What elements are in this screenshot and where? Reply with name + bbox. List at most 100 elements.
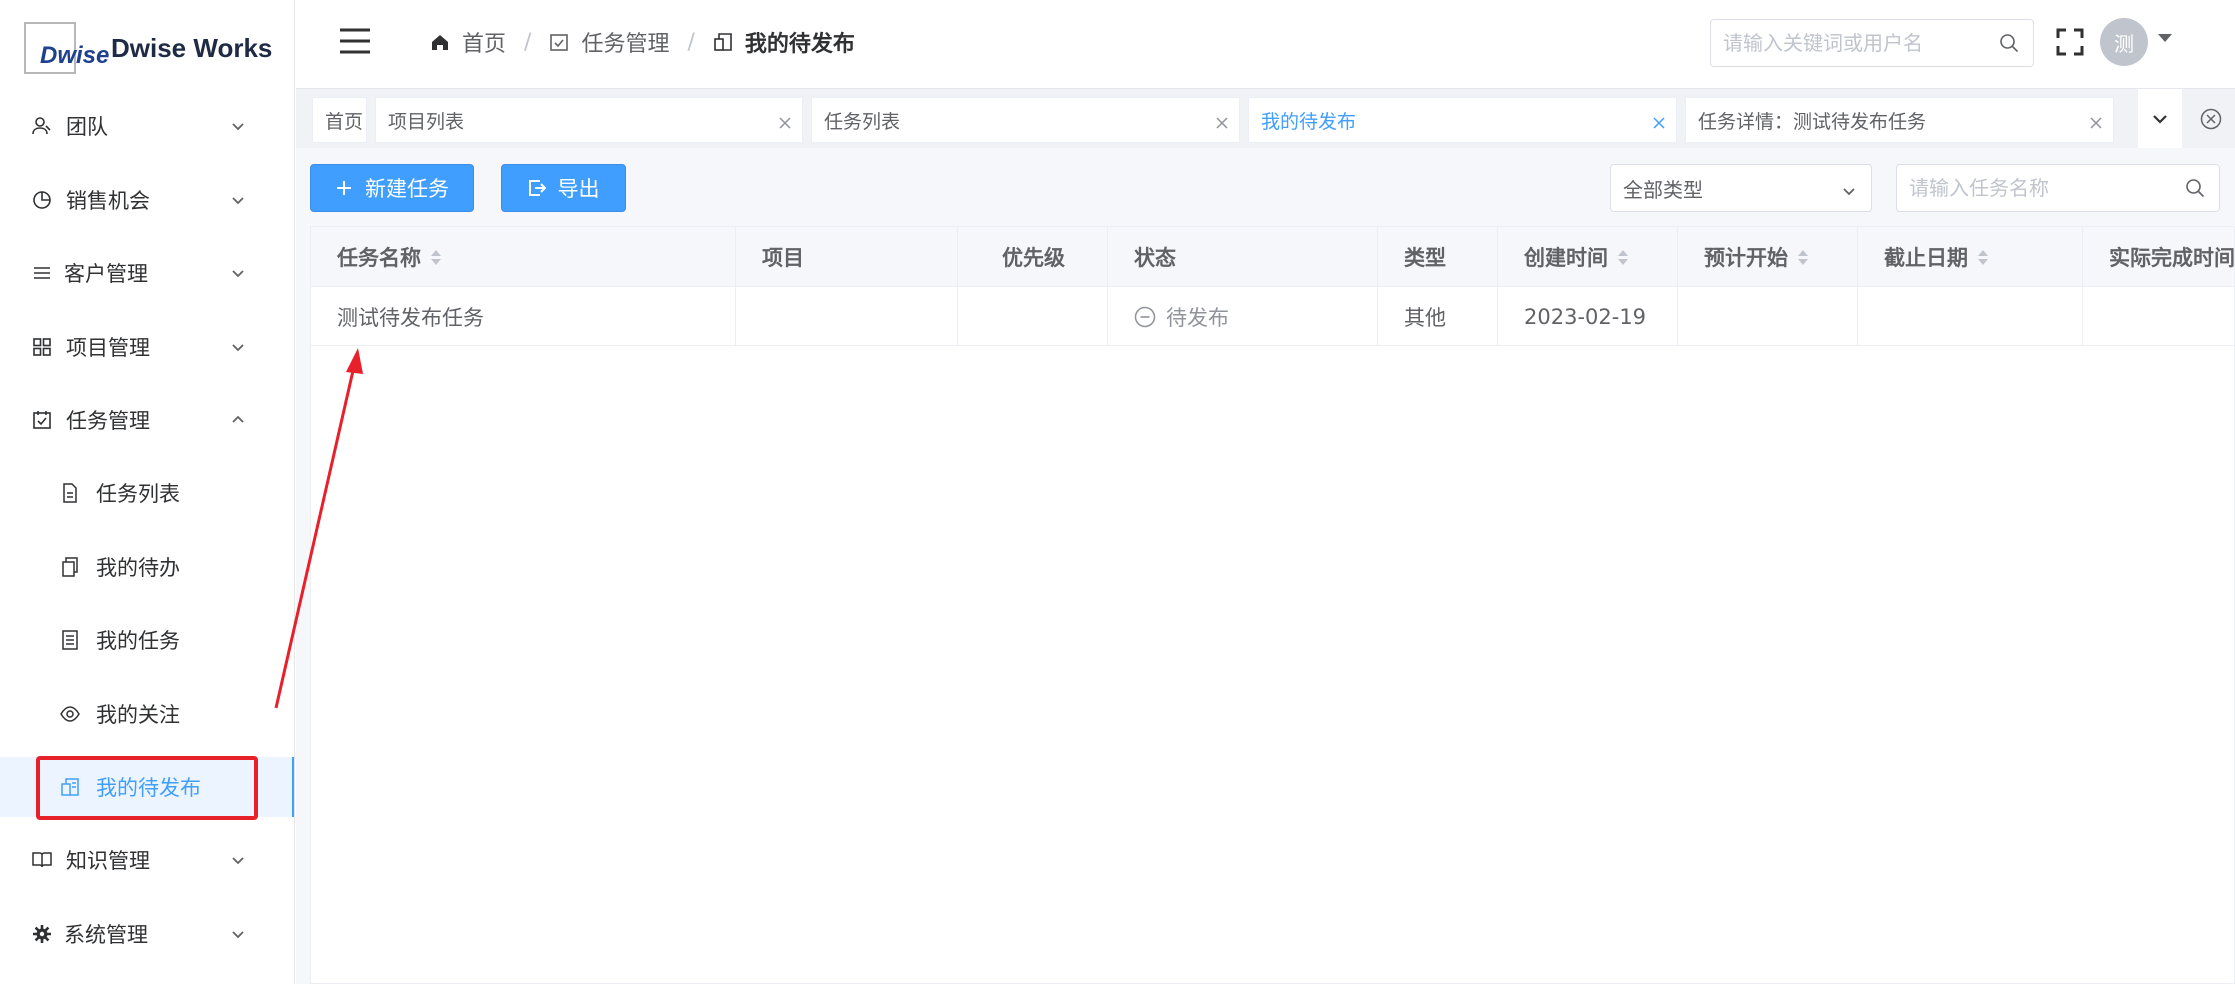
tag-my-pending-publish[interactable]: 我的待发布 bbox=[1248, 97, 1677, 143]
copy-icon bbox=[60, 557, 80, 577]
sidebar-item-my-follows[interactable]: 我的关注 bbox=[0, 684, 294, 744]
eye-icon bbox=[60, 704, 80, 724]
column-header-status: 状态 bbox=[1108, 227, 1378, 287]
gear-icon bbox=[32, 924, 52, 944]
chevron-down-icon bbox=[228, 190, 248, 210]
tag-project-list[interactable]: 项目列表 bbox=[375, 97, 803, 143]
sidebar-item-sales[interactable]: 销售机会 bbox=[0, 170, 294, 230]
task-name-search bbox=[1896, 164, 2220, 212]
breadcrumb-task-management[interactable]: 任务管理 bbox=[549, 26, 669, 58]
task-table: 任务名称 项目 优先级 状态 类型 创建时间 预计开始 截止日期 实际完成时间 … bbox=[310, 226, 2235, 984]
new-task-button[interactable]: 新建任务 bbox=[310, 164, 474, 212]
breadcrumb-separator: / bbox=[524, 29, 532, 55]
sort-icon[interactable] bbox=[1618, 249, 1628, 265]
checkbox-icon bbox=[32, 410, 52, 430]
sidebar-item-label: 系统管理 bbox=[64, 923, 148, 947]
logo: Dwise Dwise Works bbox=[24, 22, 272, 74]
breadcrumb-separator: / bbox=[687, 29, 695, 55]
sidebar-item-label: 销售机会 bbox=[66, 189, 150, 213]
app-title: Dwise Works bbox=[111, 33, 273, 63]
sidebar-item-projects[interactable]: 项目管理 bbox=[0, 317, 294, 377]
logo-mark: Dwise bbox=[24, 22, 109, 74]
global-search bbox=[1710, 19, 2034, 67]
chevron-down-icon bbox=[228, 850, 248, 870]
tag-home[interactable]: 首页 bbox=[312, 97, 367, 143]
sort-icon[interactable] bbox=[1978, 249, 1988, 265]
close-icon[interactable] bbox=[2089, 113, 2103, 129]
table-row[interactable]: 测试待发布任务 待发布 其他 2023-02-19 bbox=[311, 287, 2234, 346]
column-header-type: 类型 bbox=[1378, 227, 1498, 287]
sidebar-item-my-todo[interactable]: 我的待办 bbox=[0, 537, 294, 597]
cell-planned-start bbox=[1678, 287, 1858, 346]
chevron-down-icon bbox=[228, 337, 248, 357]
task-type-select[interactable]: 全部类型 bbox=[1610, 164, 1872, 212]
grid-icon bbox=[32, 337, 52, 357]
search-icon[interactable] bbox=[1999, 33, 2019, 53]
export-button[interactable]: 导出 bbox=[501, 164, 626, 212]
tag-task-list[interactable]: 任务列表 bbox=[811, 97, 1240, 143]
chevron-down-icon bbox=[228, 924, 248, 944]
sidebar-item-label: 我的待发布 bbox=[96, 776, 201, 800]
column-header-created-time[interactable]: 创建时间 bbox=[1498, 227, 1678, 287]
cell-project bbox=[736, 287, 958, 346]
fullscreen-icon[interactable] bbox=[2056, 28, 2084, 56]
sidebar-item-label: 项目管理 bbox=[66, 336, 150, 360]
tags-more-chevron-icon[interactable] bbox=[2138, 89, 2182, 149]
sidebar-item-my-tasks[interactable]: 我的任务 bbox=[0, 610, 294, 670]
breadcrumb: 首页 / 任务管理 / 我的待发布 bbox=[430, 26, 855, 58]
sidebar-item-knowledge[interactable]: 知识管理 bbox=[0, 830, 294, 890]
minus-circle-icon bbox=[1134, 306, 1156, 328]
hamburger-menu-icon[interactable] bbox=[338, 26, 372, 56]
top-header: 首页 / 任务管理 / 我的待发布 测 bbox=[296, 0, 2235, 88]
sidebar-item-tasks[interactable]: 任务管理 bbox=[0, 390, 294, 450]
caret-down-icon[interactable] bbox=[2158, 34, 2172, 42]
sidebar-item-label: 我的任务 bbox=[96, 629, 180, 653]
sidebar-item-label: 团队 bbox=[66, 115, 108, 139]
tags-view-bar: 首页 项目列表 任务列表 我的待发布 任务详情：测试待发布任务 bbox=[296, 88, 2235, 149]
cell-priority bbox=[958, 287, 1108, 346]
chevron-down-icon bbox=[228, 116, 248, 136]
sidebar: Dwise Dwise Works 团队 销售机会 客户管理 项目管理 任务管理… bbox=[0, 0, 295, 984]
sidebar-item-label: 任务管理 bbox=[66, 409, 150, 433]
breadcrumb-home[interactable]: 首页 bbox=[430, 26, 506, 58]
tag-task-detail[interactable]: 任务详情：测试待发布任务 bbox=[1685, 97, 2114, 143]
close-icon[interactable] bbox=[1215, 113, 1229, 129]
status-badge: 待发布 bbox=[1134, 302, 1229, 332]
sidebar-item-label: 客户管理 bbox=[64, 262, 148, 286]
close-all-circle-icon[interactable] bbox=[2186, 89, 2235, 149]
sidebar-item-my-pending-publish[interactable]: 我的待发布 bbox=[0, 757, 294, 817]
sidebar-item-customers[interactable]: 客户管理 bbox=[0, 243, 294, 303]
main-content: 新建任务 导出 全部类型 任务名称 项目 优先级 状态 类型 创建时间 预计开始 bbox=[296, 148, 2235, 984]
sort-icon[interactable] bbox=[1798, 249, 1808, 265]
plus-icon bbox=[335, 179, 353, 197]
sort-icon[interactable] bbox=[431, 249, 441, 265]
task-name-search-input[interactable] bbox=[1897, 165, 2167, 211]
column-header-task-name[interactable]: 任务名称 bbox=[311, 227, 736, 287]
team-icon bbox=[32, 116, 52, 136]
chevron-up-icon bbox=[228, 410, 248, 430]
cell-task-name[interactable]: 测试待发布任务 bbox=[311, 287, 736, 346]
search-icon[interactable] bbox=[2185, 178, 2205, 198]
export-icon bbox=[528, 179, 546, 197]
publish-icon bbox=[713, 32, 733, 52]
table-header: 任务名称 项目 优先级 状态 类型 创建时间 预计开始 截止日期 实际完成时间 bbox=[311, 227, 2234, 287]
cell-status: 待发布 bbox=[1108, 287, 1378, 346]
sidebar-item-task-list[interactable]: 任务列表 bbox=[0, 463, 294, 523]
close-icon[interactable] bbox=[1652, 113, 1666, 129]
chevron-down-icon bbox=[1841, 180, 1857, 196]
global-search-input[interactable] bbox=[1711, 20, 1981, 66]
document-icon bbox=[60, 483, 80, 503]
avatar[interactable]: 测 bbox=[2100, 18, 2148, 66]
column-header-deadline[interactable]: 截止日期 bbox=[1858, 227, 2083, 287]
cell-type: 其他 bbox=[1378, 287, 1498, 346]
sidebar-item-system[interactable]: 系统管理 bbox=[0, 904, 294, 964]
checkbox-icon bbox=[549, 32, 569, 52]
cell-created-time: 2023-02-19 bbox=[1498, 287, 1678, 346]
column-header-project: 项目 bbox=[736, 227, 958, 287]
sidebar-item-team[interactable]: 团队 bbox=[0, 96, 294, 156]
column-header-priority: 优先级 bbox=[958, 227, 1108, 287]
chevron-down-icon bbox=[228, 263, 248, 283]
column-header-planned-start[interactable]: 预计开始 bbox=[1678, 227, 1858, 287]
book-icon bbox=[32, 850, 52, 870]
close-icon[interactable] bbox=[778, 113, 792, 129]
